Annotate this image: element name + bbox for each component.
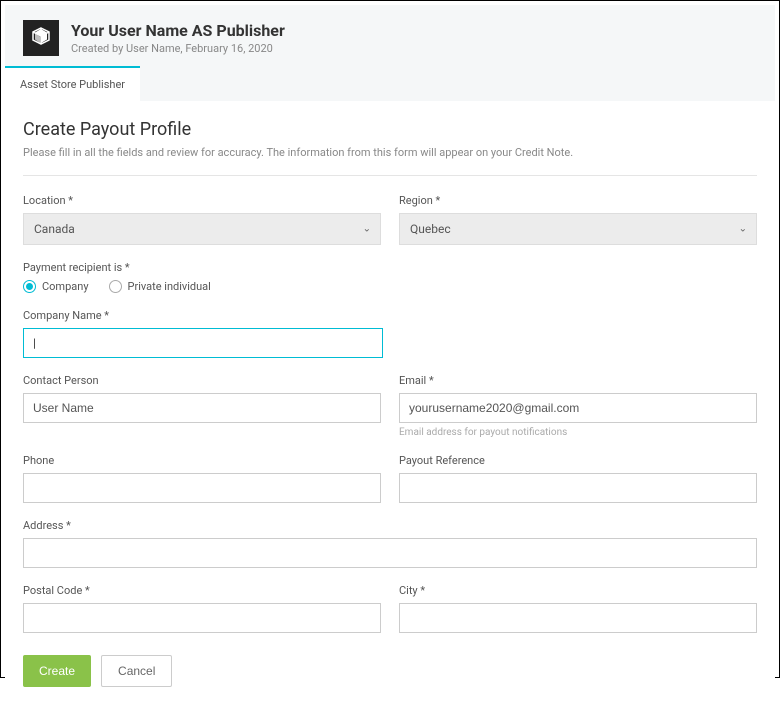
radio-icon [23,280,36,293]
region-select[interactable]: Quebec [399,213,757,245]
postal-code-label: Postal Code * [23,584,381,597]
location-select[interactable]: Canada [23,213,381,245]
phone-label: Phone [23,454,381,467]
payout-reference-input[interactable] [399,473,757,503]
publisher-title: Your User Name AS Publisher [71,21,285,40]
radio-individual-label: Private individual [128,280,211,293]
unity-logo [23,20,59,56]
company-name-label: Company Name * [23,309,383,322]
tab-bar: Asset Store Publisher [5,66,775,101]
email-input[interactable] [399,393,757,423]
divider [23,175,757,176]
page-subtitle: Please fill in all the fields and review… [23,146,757,159]
contact-person-label: Contact Person [23,374,381,387]
radio-company-label: Company [42,280,89,293]
button-row: Create Cancel [23,655,757,687]
content-area: Create Payout Profile Please fill in all… [5,101,775,711]
cancel-button[interactable]: Cancel [101,655,172,687]
company-name-input[interactable] [23,328,383,358]
unity-icon [29,26,53,50]
page-title: Create Payout Profile [23,119,757,140]
radio-icon [109,280,122,293]
postal-code-input[interactable] [23,603,381,633]
contact-person-input[interactable] [23,393,381,423]
address-label: Address * [23,519,757,532]
address-input[interactable] [23,538,757,568]
city-label: City * [399,584,757,597]
email-label: Email * [399,374,757,387]
create-button[interactable]: Create [23,655,91,687]
radio-individual[interactable]: Private individual [109,280,211,293]
email-hint: Email address for payout notifications [399,427,757,438]
phone-input[interactable] [23,473,381,503]
publisher-subtitle: Created by User Name, February 16, 2020 [71,42,285,55]
location-label: Location * [23,194,381,207]
city-input[interactable] [399,603,757,633]
region-label: Region * [399,194,757,207]
payout-reference-label: Payout Reference [399,454,757,467]
recipient-radio-group: Company Private individual [23,280,757,293]
page-header: Your User Name AS Publisher Created by U… [5,5,775,66]
tab-asset-store-publisher[interactable]: Asset Store Publisher [5,66,140,101]
radio-company[interactable]: Company [23,280,89,293]
recipient-label: Payment recipient is * [23,261,757,274]
